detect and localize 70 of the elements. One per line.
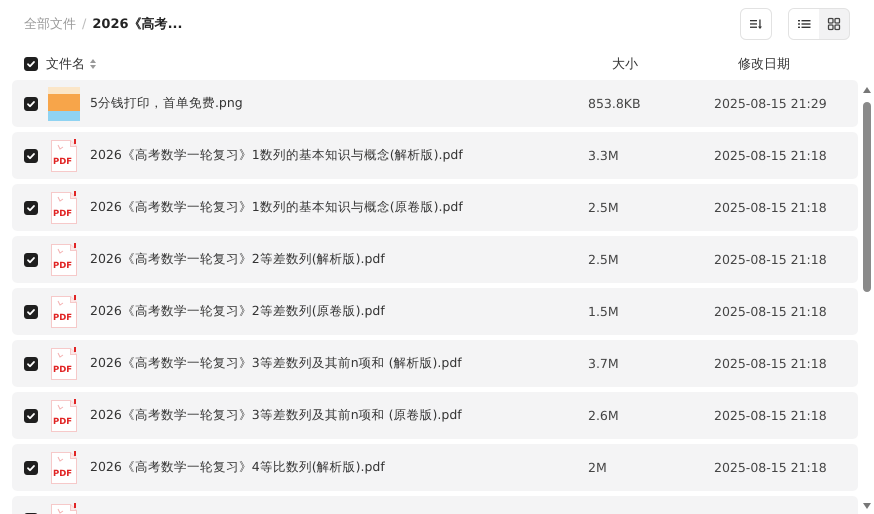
file-type-label: PDF [53, 468, 72, 478]
file-row[interactable]: PDF 2026《高考数学一轮复习》1数列的基本知识与概念(原卷版).pdf 2.5M 2025-08-15 21:18 [12, 184, 858, 231]
file-name: 2026《高考数学一轮复习》2等差数列(解析版).pdf [90, 251, 386, 268]
checkbox[interactable] [24, 96, 38, 110]
grid-icon [827, 17, 841, 31]
file-type-label: PDF [53, 312, 72, 322]
file-name: 2026《高考数学一轮复习》2等差数列(原卷版).pdf [90, 303, 386, 320]
modified-date: 2025-08-15 21:18 [714, 148, 827, 163]
pdf-file-icon [50, 346, 78, 380]
sort-button[interactable] [740, 8, 772, 40]
file-size: 3.7M [588, 356, 620, 371]
file-type-label: PDF [53, 416, 72, 426]
pdf-file-icon [50, 190, 78, 224]
checkbox[interactable] [24, 200, 38, 214]
checkbox[interactable] [24, 356, 38, 370]
file-size: 2.5M [588, 252, 620, 267]
checkbox[interactable] [24, 304, 38, 318]
pdf-file-icon [50, 294, 78, 328]
sort-order-icon [749, 17, 763, 31]
list-view-button[interactable] [789, 9, 819, 39]
modified-date: 2025-08-15 21:18 [714, 460, 827, 475]
file-type-label: PDF [53, 156, 72, 166]
file-size: 2.6M [588, 408, 620, 423]
scroll-down-icon[interactable] [862, 502, 872, 510]
checkbox[interactable] [24, 252, 38, 266]
file-row[interactable]: PDF 2026《高考数学一轮复习》2等差数列(解析版).pdf 2.5M 2025-08-15 21:18 [12, 236, 858, 283]
file-name: 2026《高考数学一轮复习》1数列的基本知识与概念(原卷版).pdf [90, 199, 464, 216]
modified-date: 2025-08-15 21:18 [714, 408, 827, 423]
file-size: 1.5M [588, 304, 620, 319]
breadcrumb-separator: / [82, 16, 86, 32]
sort-icon[interactable] [90, 59, 96, 69]
file-type-label: PDF [53, 364, 72, 374]
file-name: 2026《高考数学一轮复习》1数列的基本知识与概念(解析版).pdf [90, 147, 464, 164]
file-size: 2M [588, 460, 608, 475]
checkbox[interactable] [24, 148, 38, 162]
file-row[interactable]: PDF 2026《高考数学一轮复习》3等差数列及其前n项和 (解析版).pdf 3.7M 2025-08-15 21:18 [12, 340, 858, 387]
list-icon [797, 17, 811, 31]
file-type-label: PDF [53, 260, 72, 270]
modified-date: 2025-08-15 21:18 [714, 356, 827, 371]
file-row[interactable]: PDF 2026《高考数学一轮复习》1数列的基本知识与概念(解析版).pdf 3.3M 2025-08-15 21:18 [12, 132, 858, 179]
file-row[interactable]: PDF 2026《高考数学一轮复习》3等差数列及其前n项和 (原卷版).pdf 2.6M 2025-08-15 21:18 [12, 392, 858, 439]
file-size: 853.8KB [588, 96, 642, 111]
file-row[interactable]: PDF 2026《高考数学一轮复习》2等差数列(原卷版).pdf 1.5M 2025-08-15 21:18 [12, 288, 858, 335]
scrollbar-thumb[interactable] [863, 102, 871, 292]
image-thumbnail [48, 86, 80, 120]
modified-date: 2025-08-15 21:18 [714, 252, 827, 267]
file-name: 2026《高考数学一轮复习》3等差数列及其前n项和 (原卷版).pdf [90, 407, 463, 424]
pdf-file-icon [50, 138, 78, 172]
modified-date: 2025-08-15 21:18 [714, 304, 827, 319]
modified-date: 2025-08-15 21:18 [714, 200, 827, 215]
pdf-file-icon [50, 450, 78, 484]
file-row[interactable]: 5分钱打印，首单免费.png 853.8KB 2025-08-15 21:29 [12, 80, 858, 127]
file-name: 2026《高考数学一轮复习》4等比数列(解析版).pdf [90, 459, 386, 476]
file-name: 2026《高考数学一轮复习》3等差数列及其前n项和 (解析版).pdf [90, 355, 463, 372]
modified-date: 2025-08-15 21:29 [714, 96, 827, 111]
scroll-up-icon[interactable] [862, 86, 872, 94]
file-size: 2.5M [588, 200, 620, 215]
file-row[interactable]: PDF 2026《高考数学一轮复习》4等比数列(解析版).pdf 2M 2025-08-15 21:18 [12, 444, 858, 491]
file-type-label: PDF [53, 208, 72, 218]
column-header: 修改日期 [738, 56, 790, 73]
pdf-file-icon [50, 242, 78, 276]
checkbox[interactable] [24, 408, 38, 422]
file-size: 3.3M [588, 148, 620, 163]
column-header: 大小 [612, 56, 638, 73]
checkbox[interactable] [24, 460, 38, 474]
breadcrumb-item[interactable]: 2026《高考... [92, 15, 182, 33]
pdf-file-icon [50, 398, 78, 432]
checkbox[interactable] [24, 57, 38, 71]
file-name: 5分钱打印，首单免费.png [90, 95, 244, 112]
column-header[interactable]: 文件名 [46, 55, 85, 73]
